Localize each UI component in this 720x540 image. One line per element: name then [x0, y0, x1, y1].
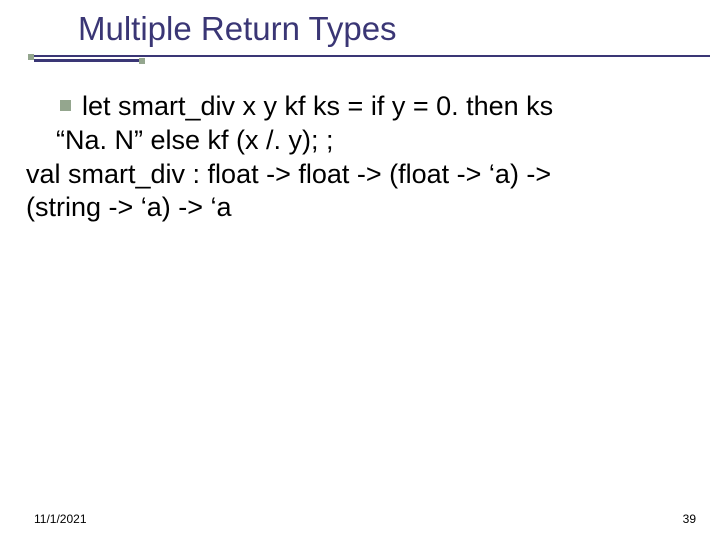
footer-date: 11/1/2021 [34, 512, 87, 526]
footer-page-number: 39 [683, 512, 696, 526]
accent-square-icon [139, 58, 145, 64]
body-line-2: “Na. N” else kf (x /. y); ; [56, 125, 334, 155]
slide-body: let smart_div x y kf ks = if y = 0. then… [26, 90, 710, 225]
footer: 11/1/2021 39 [34, 512, 696, 526]
body-line-1: let smart_div x y kf ks = if y = 0. then… [82, 91, 553, 121]
underline-short [34, 59, 141, 62]
slide: Multiple Return Types let smart_div x y … [0, 0, 720, 540]
bullet-icon [60, 100, 71, 111]
body-line-3: val smart_div : float -> float -> (float… [26, 159, 551, 189]
slide-title: Multiple Return Types [78, 10, 720, 48]
title-underline [0, 55, 720, 75]
body-line-4: (string -> ‘a) -> ‘a [26, 192, 232, 222]
underline-long [34, 55, 710, 57]
title-area: Multiple Return Types [0, 0, 720, 48]
accent-square-icon [28, 54, 34, 60]
